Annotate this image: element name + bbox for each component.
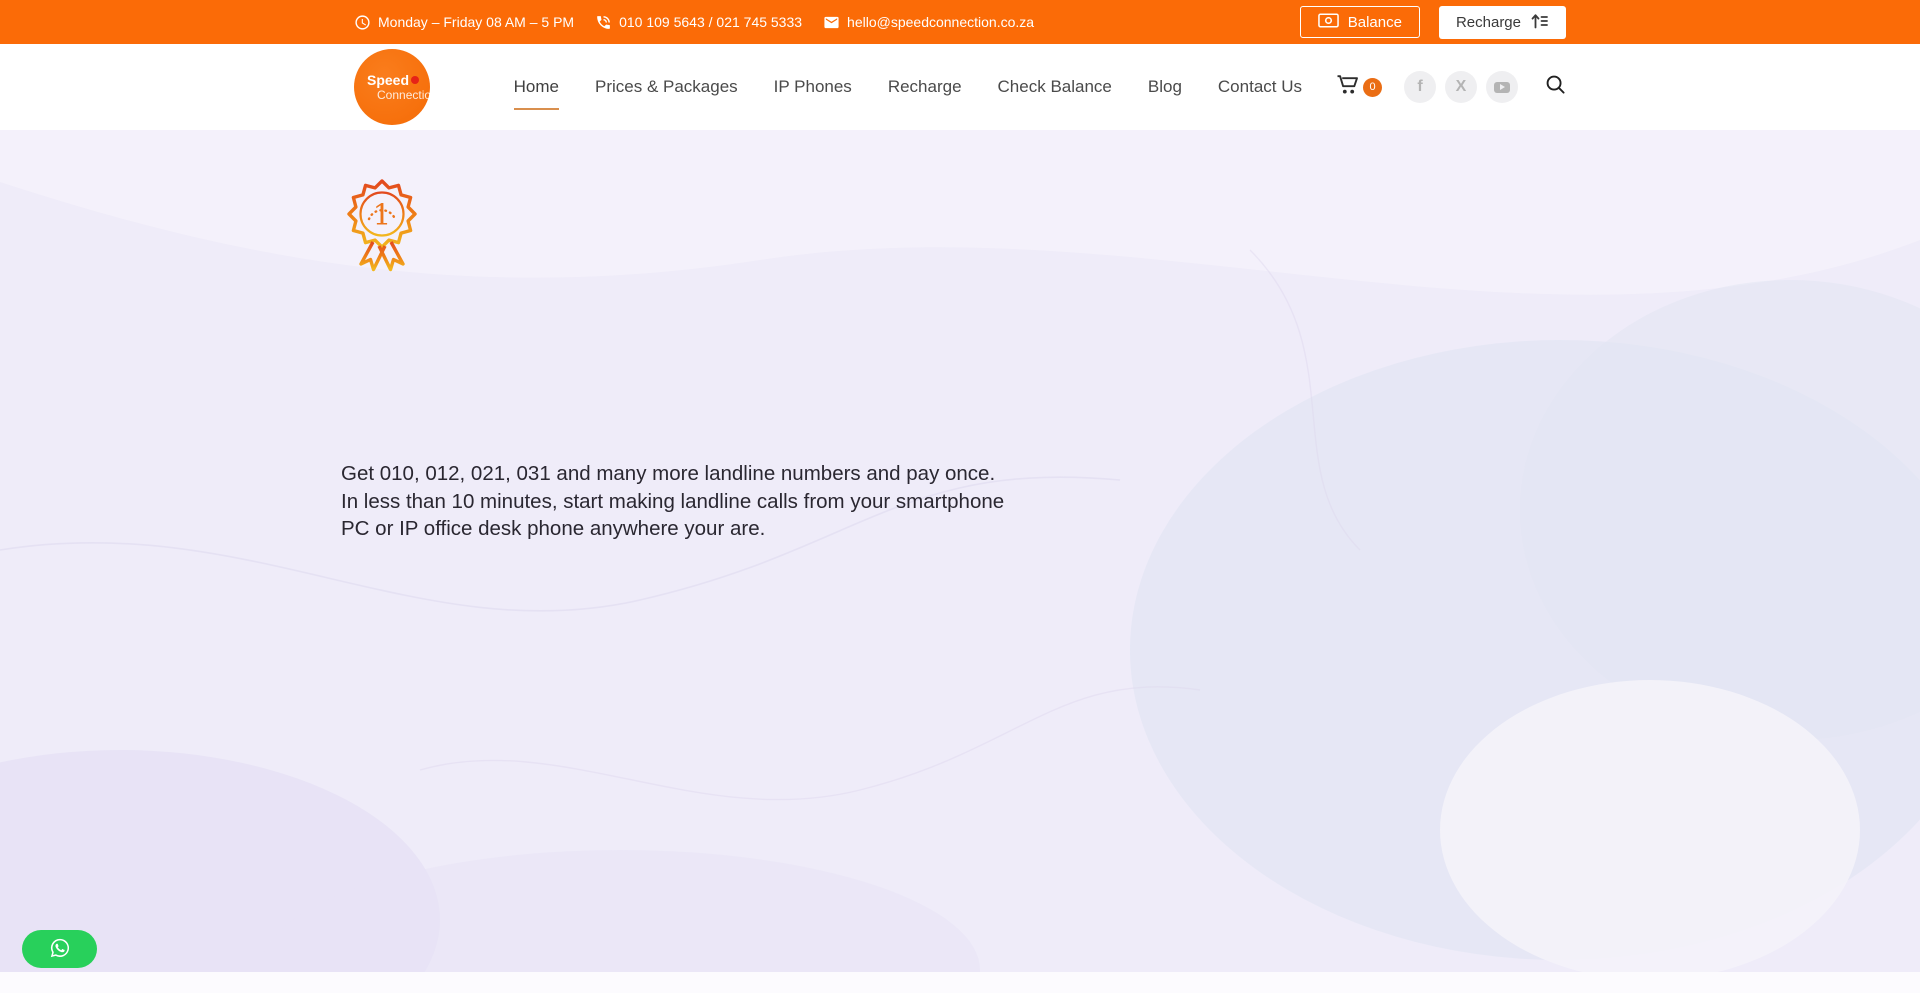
clock-icon xyxy=(354,14,371,31)
cart-icon xyxy=(1336,74,1359,100)
whatsapp-icon xyxy=(49,937,71,962)
search-icon xyxy=(1545,74,1566,100)
active-underline xyxy=(514,108,559,110)
site-header: Speed Connection Home Prices & Packages … xyxy=(0,44,1920,130)
hero-line-2: In less than 10 minutes, start making la… xyxy=(341,488,1004,516)
recharge-button[interactable]: Recharge xyxy=(1439,6,1566,39)
balance-button-label: Balance xyxy=(1348,14,1402,31)
email-link[interactable]: hello@speedconnection.co.za xyxy=(823,14,1034,31)
facebook-link[interactable]: f xyxy=(1404,71,1436,103)
email-text[interactable]: hello@speedconnection.co.za xyxy=(847,14,1034,30)
banknote-icon xyxy=(1318,13,1339,32)
wavy-background xyxy=(0,130,1920,972)
hero-paragraph: Get 010, 012, 021, 031 and many more lan… xyxy=(341,460,1004,543)
search-button[interactable] xyxy=(1545,74,1566,100)
whatsapp-button[interactable] xyxy=(22,930,97,968)
youtube-link[interactable] xyxy=(1486,71,1518,103)
award-ribbon-icon: 1 xyxy=(344,178,420,277)
topbar: Monday – Friday 08 AM – 5 PM 010 109 564… xyxy=(0,0,1920,44)
hero-section: 1 Get 010, 012, 021, 031 and many more l… xyxy=(0,130,1920,972)
recharge-button-label: Recharge xyxy=(1456,14,1521,31)
x-twitter-link[interactable]: X xyxy=(1445,71,1477,103)
hero-line-3: PC or IP office desk phone anywhere your… xyxy=(341,515,1004,543)
phone-icon xyxy=(595,14,612,31)
phone-numbers-link[interactable]: 010 109 5643 / 021 745 5333 xyxy=(595,14,802,31)
x-twitter-icon: X xyxy=(1456,78,1467,96)
brand-red-dot xyxy=(411,76,419,84)
business-hours: Monday – Friday 08 AM – 5 PM xyxy=(354,14,574,31)
cart-count-badge: 0 xyxy=(1363,78,1382,97)
social-links: f X xyxy=(1404,71,1518,103)
cart-button[interactable]: 0 xyxy=(1336,74,1382,100)
phone-numbers-text[interactable]: 010 109 5643 / 021 745 5333 xyxy=(619,14,802,30)
award-number: 1 xyxy=(373,198,391,232)
youtube-icon xyxy=(1494,82,1510,93)
nav-item-home[interactable]: Home xyxy=(514,77,559,97)
upload-lines-icon xyxy=(1530,12,1549,33)
balance-button[interactable]: Balance xyxy=(1300,6,1420,38)
hero-line-1: Get 010, 012, 021, 031 and many more lan… xyxy=(341,460,1004,488)
nav-item-blog[interactable]: Blog xyxy=(1148,77,1182,97)
mail-icon xyxy=(823,14,840,31)
brand-name-line2: Connection xyxy=(377,88,430,102)
nav-item-ip-phones[interactable]: IP Phones xyxy=(774,77,852,97)
brand-name-line1: Speed xyxy=(367,73,409,88)
facebook-icon: f xyxy=(1417,78,1422,96)
nav-item-prices-packages[interactable]: Prices & Packages xyxy=(595,77,738,97)
main-nav: Home Prices & Packages IP Phones Recharg… xyxy=(514,77,1302,97)
business-hours-text: Monday – Friday 08 AM – 5 PM xyxy=(378,14,574,30)
nav-item-home-label: Home xyxy=(514,77,559,96)
nav-item-recharge[interactable]: Recharge xyxy=(888,77,962,97)
next-section-edge xyxy=(0,972,1920,993)
nav-item-contact-us[interactable]: Contact Us xyxy=(1218,77,1302,97)
nav-item-check-balance[interactable]: Check Balance xyxy=(998,77,1112,97)
brand-logo[interactable]: Speed Connection xyxy=(354,49,430,125)
